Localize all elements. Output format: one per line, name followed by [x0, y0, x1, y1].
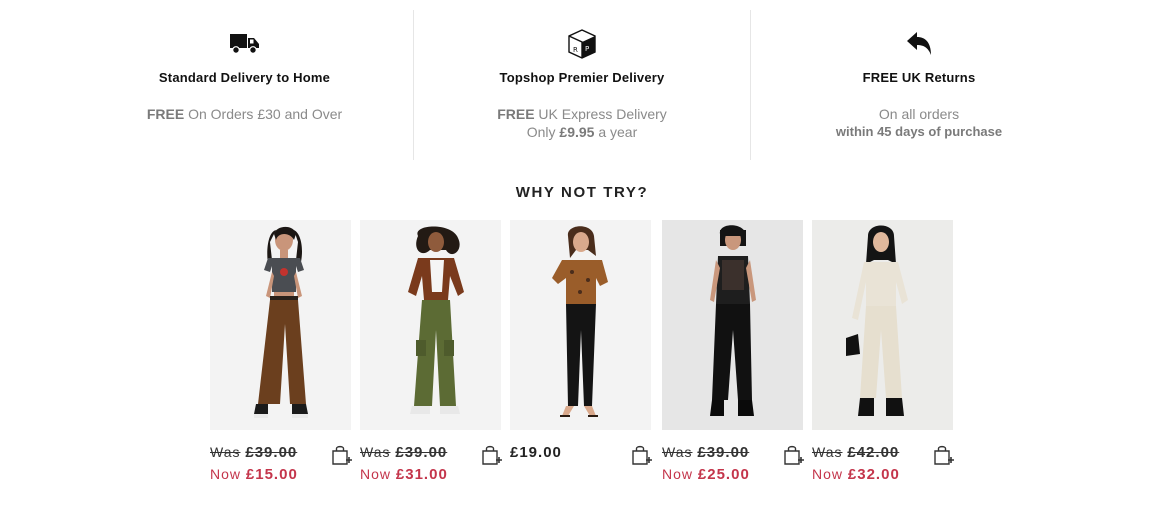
svg-text:P: P: [585, 45, 589, 53]
product-image[interactable]: [360, 220, 501, 430]
add-to-bag-icon: [482, 445, 502, 465]
price-block: Was £39.00 Now £15.00: [210, 444, 355, 496]
delivery-premier: R P Topshop Premier Delivery FREE UK Exp…: [413, 10, 750, 160]
truck-icon: [76, 26, 413, 62]
now-price: Now £15.00: [210, 466, 298, 483]
delivery-title: Topshop Premier Delivery: [499, 70, 665, 85]
delivery-title: FREE UK Returns: [862, 70, 976, 85]
add-to-bag-icon: [934, 445, 954, 465]
product-image[interactable]: [210, 220, 351, 430]
now-price: Now £31.00: [360, 466, 448, 483]
delivery-returns: FREE UK Returns On all orders within 45 …: [750, 10, 1087, 160]
price-block: £19.00: [510, 444, 655, 496]
delivery-description: FREE On Orders £30 and Over: [146, 106, 343, 122]
delivery-description: On all orders within 45 days of purchase: [835, 106, 1003, 139]
section-title: WHY NOT TRY?: [515, 184, 649, 201]
price-block: Was £39.00 Now £31.00: [360, 444, 505, 496]
product-card[interactable]: Was £39.00 Now £31.00: [360, 220, 505, 500]
add-to-bag-button[interactable]: [783, 444, 805, 466]
product-image[interactable]: [812, 220, 953, 430]
premier-box-icon: R P: [414, 26, 750, 62]
now-price: Now £32.00: [812, 466, 900, 483]
add-to-bag-button[interactable]: [331, 444, 353, 466]
product-card[interactable]: £19.00: [510, 220, 655, 500]
product-card[interactable]: Was £39.00 Now £25.00: [662, 220, 807, 500]
add-to-bag-button[interactable]: [933, 444, 955, 466]
delivery-standard: Standard Delivery to Home FREE On Orders…: [76, 10, 413, 160]
add-to-bag-icon: [332, 445, 352, 465]
return-arrow-icon: [751, 26, 1087, 62]
delivery-description: FREE UK Express Delivery Only £9.95 a ye…: [497, 106, 667, 140]
delivery-info-row: Standard Delivery to Home FREE On Orders…: [76, 10, 1088, 160]
delivery-title: Standard Delivery to Home: [158, 70, 331, 85]
add-to-bag-button[interactable]: [481, 444, 503, 466]
add-to-bag-icon: [632, 445, 652, 465]
price-block: Was £39.00 Now £25.00: [662, 444, 807, 496]
add-to-bag-button[interactable]: [631, 444, 653, 466]
product-image[interactable]: [510, 220, 651, 430]
product-carousel: Was £39.00 Now £15.00 Was £39.00 Now £31…: [210, 220, 970, 510]
product-card[interactable]: Was £42.00 Now £32.00: [812, 220, 957, 500]
price-block: Was £42.00 Now £32.00: [812, 444, 957, 496]
product-card[interactable]: Was £39.00 Now £15.00: [210, 220, 355, 500]
product-image[interactable]: [662, 220, 803, 430]
add-to-bag-icon: [784, 445, 804, 465]
now-price: Now £25.00: [662, 466, 750, 483]
svg-text:R: R: [573, 46, 578, 54]
